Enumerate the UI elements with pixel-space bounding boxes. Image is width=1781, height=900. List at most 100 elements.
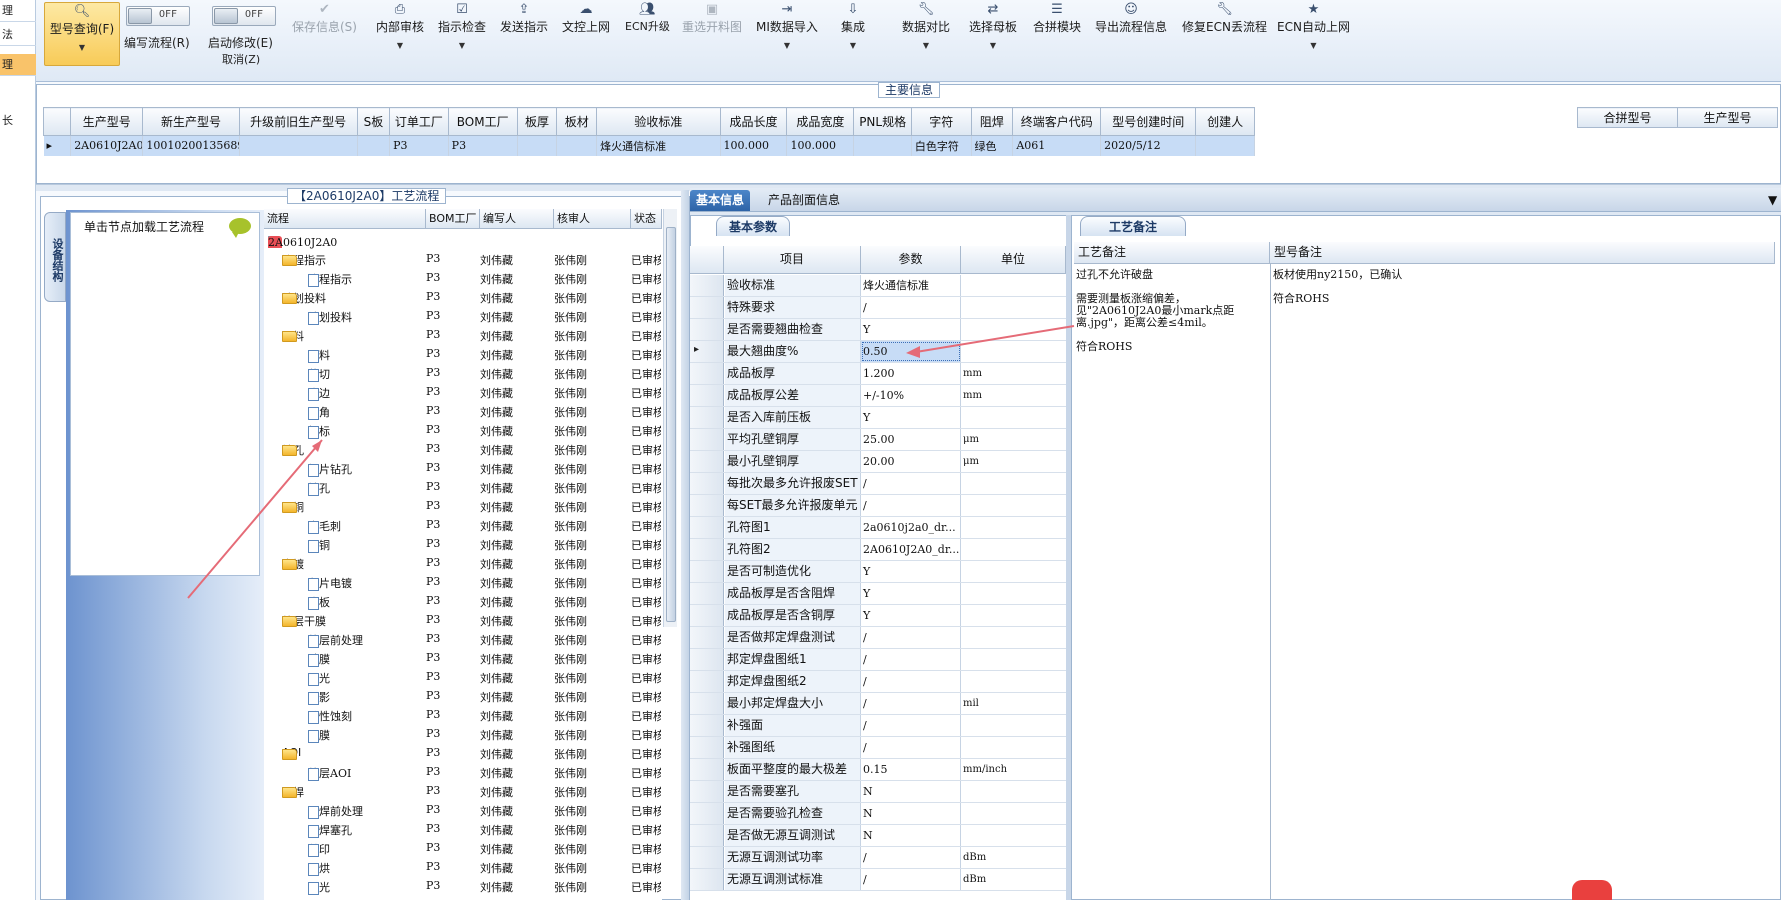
tree-row[interactable]: −计划投料 P3 刘伟藏 张伟刚 已审核 (264, 287, 662, 306)
param-row[interactable]: 邦定焊盘图纸1/ (690, 649, 1066, 671)
tree-group-node[interactable]: −AOI (282, 746, 301, 760)
tree-step-node[interactable]: 开料 (308, 347, 330, 363)
param-value[interactable]: N (861, 803, 961, 824)
tree-row[interactable]: 开料 P3 刘伟藏 张伟刚 已审核 (264, 344, 662, 363)
tree-step-node[interactable]: 沉铜 (308, 537, 330, 553)
param-row[interactable]: 板面平整度的最大极差 0.15 mm/inch (690, 759, 1066, 781)
tree-row[interactable]: −外层干膜 P3 刘伟藏 张伟刚 已审核 (264, 610, 662, 629)
param-value[interactable]: / (861, 473, 961, 494)
tree-row[interactable]: 去毛刺 P3 刘伟藏 张伟刚 已审核 (264, 515, 662, 534)
params-header-value[interactable]: 参数 (861, 246, 961, 274)
left-strip-item-2[interactable]: 法 (0, 24, 36, 46)
scrollbar-thumb[interactable] (666, 227, 676, 622)
tree-step-node[interactable]: 预烘 (308, 860, 330, 876)
tree-row[interactable]: 预烘 P3 刘伟藏 张伟刚 已审核 (264, 857, 662, 876)
tree-row[interactable]: −沉铜 P3 刘伟藏 张伟刚 已审核 (264, 496, 662, 515)
row-indicator[interactable] (690, 781, 724, 802)
tree-group-node[interactable]: −阻焊 (282, 784, 304, 799)
tree-row[interactable]: 计划投料 P3 刘伟藏 张伟刚 已审核 (264, 306, 662, 325)
row-indicator[interactable] (690, 319, 724, 340)
tree-row[interactable]: 磨板 P3 刘伟藏 张伟刚 已审核 (264, 591, 662, 610)
notes-header-model[interactable]: 型号备注 (1270, 242, 1775, 264)
param-value[interactable]: 0.50 (861, 341, 961, 362)
param-value[interactable]: / (861, 869, 961, 890)
param-value[interactable]: 20.00 (861, 451, 961, 472)
param-value[interactable]: 0.15 (861, 759, 961, 780)
left-strip-item-3[interactable]: 理 (0, 54, 36, 76)
tree-row[interactable]: 钻孔 P3 刘伟藏 张伟刚 已审核 (264, 477, 662, 496)
write-flow-toggle[interactable]: OFF (126, 6, 190, 26)
tree-row[interactable]: 阻焊塞孔 P3 刘伟藏 张伟刚 已审核 (264, 819, 662, 838)
tree-row[interactable]: 显影 P3 刘伟藏 张伟刚 已审核 (264, 686, 662, 705)
row-indicator[interactable] (690, 341, 724, 362)
tree-row[interactable]: −开料 P3 刘伟藏 张伟刚 已审核 (264, 325, 662, 344)
row-indicator[interactable] (690, 825, 724, 846)
tab-product-profile[interactable]: 产品剖面信息 (762, 190, 846, 211)
param-row[interactable]: 平均孔壁铜厚 25.00 μm (690, 429, 1066, 451)
param-row[interactable]: 是否需要塞孔 N (690, 781, 1066, 803)
param-row[interactable]: 孔符图2 2A0610J2A0_dr... (690, 539, 1066, 561)
tree-row[interactable]: 打标 P3 刘伟藏 张伟刚 已审核 (264, 420, 662, 439)
tree-header-reviewer[interactable]: 核审人 (554, 209, 631, 229)
param-row[interactable]: 最大翘曲度%0.50 (690, 341, 1066, 363)
row-indicator[interactable] (690, 407, 724, 428)
main-info-header-cell[interactable]: 阻焊 (970, 107, 1014, 136)
row-indicator[interactable] (690, 561, 724, 582)
param-row[interactable]: 成品板厚是否含阻焊 Y (690, 583, 1066, 605)
param-value[interactable]: / (861, 649, 961, 670)
param-row[interactable]: 是否需要翘曲检查 Y (690, 319, 1066, 341)
tree-row[interactable]: 外层AOI P3 刘伟藏 张伟刚 已审核 (264, 762, 662, 781)
param-value[interactable]: / (861, 737, 961, 758)
row-indicator[interactable] (690, 385, 724, 406)
tree-row[interactable]: 裁切 P3 刘伟藏 张伟刚 已审核 (264, 363, 662, 382)
data-compare-button[interactable]: 🔧︎ 数据对比 ▼ (902, 2, 950, 50)
main-info-header-cell[interactable]: 型号创建时间 (1100, 107, 1197, 136)
param-row[interactable]: 无源互调测试标准 / dBm (690, 869, 1066, 891)
select-mother-board-button[interactable]: ⇄ 选择母板 ▼ (969, 2, 1017, 50)
param-value[interactable]: 1.200 (861, 363, 961, 384)
param-row[interactable]: 是否做无源互调测试 N (690, 825, 1066, 847)
tree-group-node[interactable]: −钻孔 (282, 442, 304, 457)
main-info-cell[interactable]: 100.000 (720, 135, 788, 156)
integrate-button[interactable]: ⇩ 集成 ▼ (841, 2, 865, 50)
left-strip-item-4[interactable]: 长 (0, 110, 36, 132)
param-value[interactable]: Y (861, 605, 961, 626)
param-value[interactable]: 2a0610j2a0_dr... (861, 517, 961, 538)
main-info-cell[interactable]: 2020/5/12 (1100, 135, 1197, 156)
tree-row[interactable]: 曝光 P3 刘伟藏 张伟刚 已审核 (264, 876, 662, 895)
param-value[interactable]: / (861, 297, 961, 318)
row-indicator[interactable] (690, 583, 724, 604)
main-info-header-cell[interactable]: 验收标准 (596, 107, 721, 136)
main-info-row[interactable]: ▸ 2A0610J2A0 10010200135689 P3 P3 烽火通信标准 100.… (43, 135, 1255, 156)
row-indicator[interactable] (690, 803, 724, 824)
param-row[interactable]: 是否需要验孔检查 N (690, 803, 1066, 825)
main-info-header-cell[interactable]: BOM工厂 (447, 107, 518, 136)
param-row[interactable]: 是否可制造优化 Y (690, 561, 1066, 583)
tree-group-node[interactable]: −电镀 (282, 556, 304, 571)
param-row[interactable]: 孔符图1 2a0610j2a0_dr... (690, 517, 1066, 539)
tab-basic-info[interactable]: 基本信息 (690, 190, 751, 211)
main-info-cell[interactable]: 白色字符 (911, 135, 972, 156)
param-value[interactable]: / (861, 693, 961, 714)
tree-step-node[interactable]: 曝光 (308, 670, 330, 686)
tree-group-node[interactable]: −计划投料 (282, 290, 326, 305)
tree-step-node[interactable]: 计划投料 (308, 309, 352, 325)
param-row[interactable]: 补强图纸 / (690, 737, 1066, 759)
ecn-upgrade-button[interactable]: 👥︎ ECN升级 (625, 2, 670, 34)
param-row[interactable]: 成品板厚是否含铜厚 Y (690, 605, 1066, 627)
main-info-cell[interactable]: P3 (389, 135, 449, 156)
row-indicator[interactable] (690, 693, 724, 714)
tree-row[interactable]: −流程指示 P3 刘伟藏 张伟刚 已审核 (264, 249, 662, 268)
main-info-cell[interactable]: 烽火通信标准 (596, 135, 721, 156)
mi-data-import-button[interactable]: ⇥ MI数据导入 ▼ (756, 2, 818, 50)
export-process-info-button[interactable]: ☺ 导出流程信息 (1095, 2, 1167, 35)
tree-step-node[interactable]: 钻孔 (308, 480, 330, 496)
tree-row[interactable]: 圆角 P3 刘伟藏 张伟刚 已审核 (264, 401, 662, 420)
tree-row[interactable]: 曝光 P3 刘伟藏 张伟刚 已审核 (264, 667, 662, 686)
tree-step-node[interactable]: 裁切 (308, 366, 330, 382)
param-row[interactable]: 最小邦定焊盘大小 / mil (690, 693, 1066, 715)
main-info-header-cell[interactable]: 板材 (556, 107, 598, 136)
main-info-cell[interactable] (517, 135, 558, 156)
row-indicator[interactable] (690, 275, 724, 296)
tree-group-node[interactable]: −流程指示 (282, 252, 326, 267)
